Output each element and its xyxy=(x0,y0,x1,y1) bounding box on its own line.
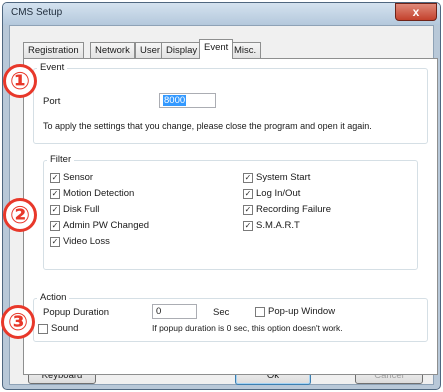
motion-detection-label: Motion Detection xyxy=(63,188,135,199)
smart-checkbox[interactable]: ✓ xyxy=(243,221,253,231)
disk-full-label: Disk Full xyxy=(63,204,100,215)
recording-failure-checkbox[interactable]: ✓ xyxy=(243,205,253,215)
annotation-marker-1: ① xyxy=(3,64,37,98)
window-title: CMS Setup xyxy=(11,7,63,18)
log-in-out-label: Log In/Out xyxy=(256,188,301,199)
recording-failure-label: Recording Failure xyxy=(256,204,331,215)
tab-registration[interactable]: Registration xyxy=(23,42,84,58)
action-group-label: Action xyxy=(37,292,70,303)
video-loss-label: Video Loss xyxy=(63,236,110,247)
popup-duration-note: If popup duration is 0 sec, this option … xyxy=(152,323,343,333)
popup-duration-label: Popup Duration xyxy=(43,307,110,318)
tab-misc[interactable]: Misc. xyxy=(229,42,262,58)
admin-pw-changed-checkbox[interactable]: ✓ xyxy=(50,221,60,231)
event-tab-panel: Event Port 8000 To apply the settings th… xyxy=(23,58,438,375)
annotation-marker-3: ③ xyxy=(1,305,35,339)
system-start-label: System Start xyxy=(256,172,311,183)
sound-label: Sound xyxy=(51,323,79,334)
close-icon[interactable]: x xyxy=(395,3,437,21)
motion-detection-checkbox[interactable]: ✓ xyxy=(50,189,60,199)
filter-group-label: Filter xyxy=(47,154,75,165)
restart-note: To apply the settings that you change, p… xyxy=(43,121,372,131)
event-group-label: Event xyxy=(37,62,68,73)
port-value: 8000 xyxy=(163,95,187,106)
smart-label: S.M.A.R.T xyxy=(256,220,300,231)
system-start-checkbox[interactable]: ✓ xyxy=(243,173,253,183)
log-in-out-checkbox[interactable]: ✓ xyxy=(243,189,253,199)
popup-window-checkbox[interactable] xyxy=(255,307,265,317)
sensor-label: Sensor xyxy=(63,172,94,183)
disk-full-checkbox[interactable]: ✓ xyxy=(50,205,60,215)
popup-duration-input[interactable]: 0 xyxy=(152,304,197,319)
action-group xyxy=(33,298,428,342)
tab-display[interactable]: Display xyxy=(161,42,203,58)
setup-window: CMS Setup x Registration Network User Di… xyxy=(2,2,441,390)
video-loss-checkbox[interactable]: ✓ xyxy=(50,237,60,247)
sound-checkbox[interactable] xyxy=(38,324,48,334)
dialog-client-area: Registration Network User Display Event … xyxy=(9,25,438,385)
port-input[interactable]: 8000 xyxy=(159,93,216,108)
title-bar[interactable]: CMS Setup x xyxy=(3,3,440,25)
popup-window-label: Pop-up Window xyxy=(268,306,336,317)
tab-event[interactable]: Event xyxy=(199,39,234,59)
annotation-marker-2: ② xyxy=(3,198,37,232)
event-group xyxy=(33,68,428,144)
seconds-unit: Sec xyxy=(213,307,230,318)
admin-pw-changed-label: Admin PW Changed xyxy=(63,220,150,231)
filter-group xyxy=(43,160,418,270)
sensor-checkbox[interactable]: ✓ xyxy=(50,173,60,183)
port-label: Port xyxy=(43,96,61,107)
tab-network[interactable]: Network xyxy=(90,42,135,58)
